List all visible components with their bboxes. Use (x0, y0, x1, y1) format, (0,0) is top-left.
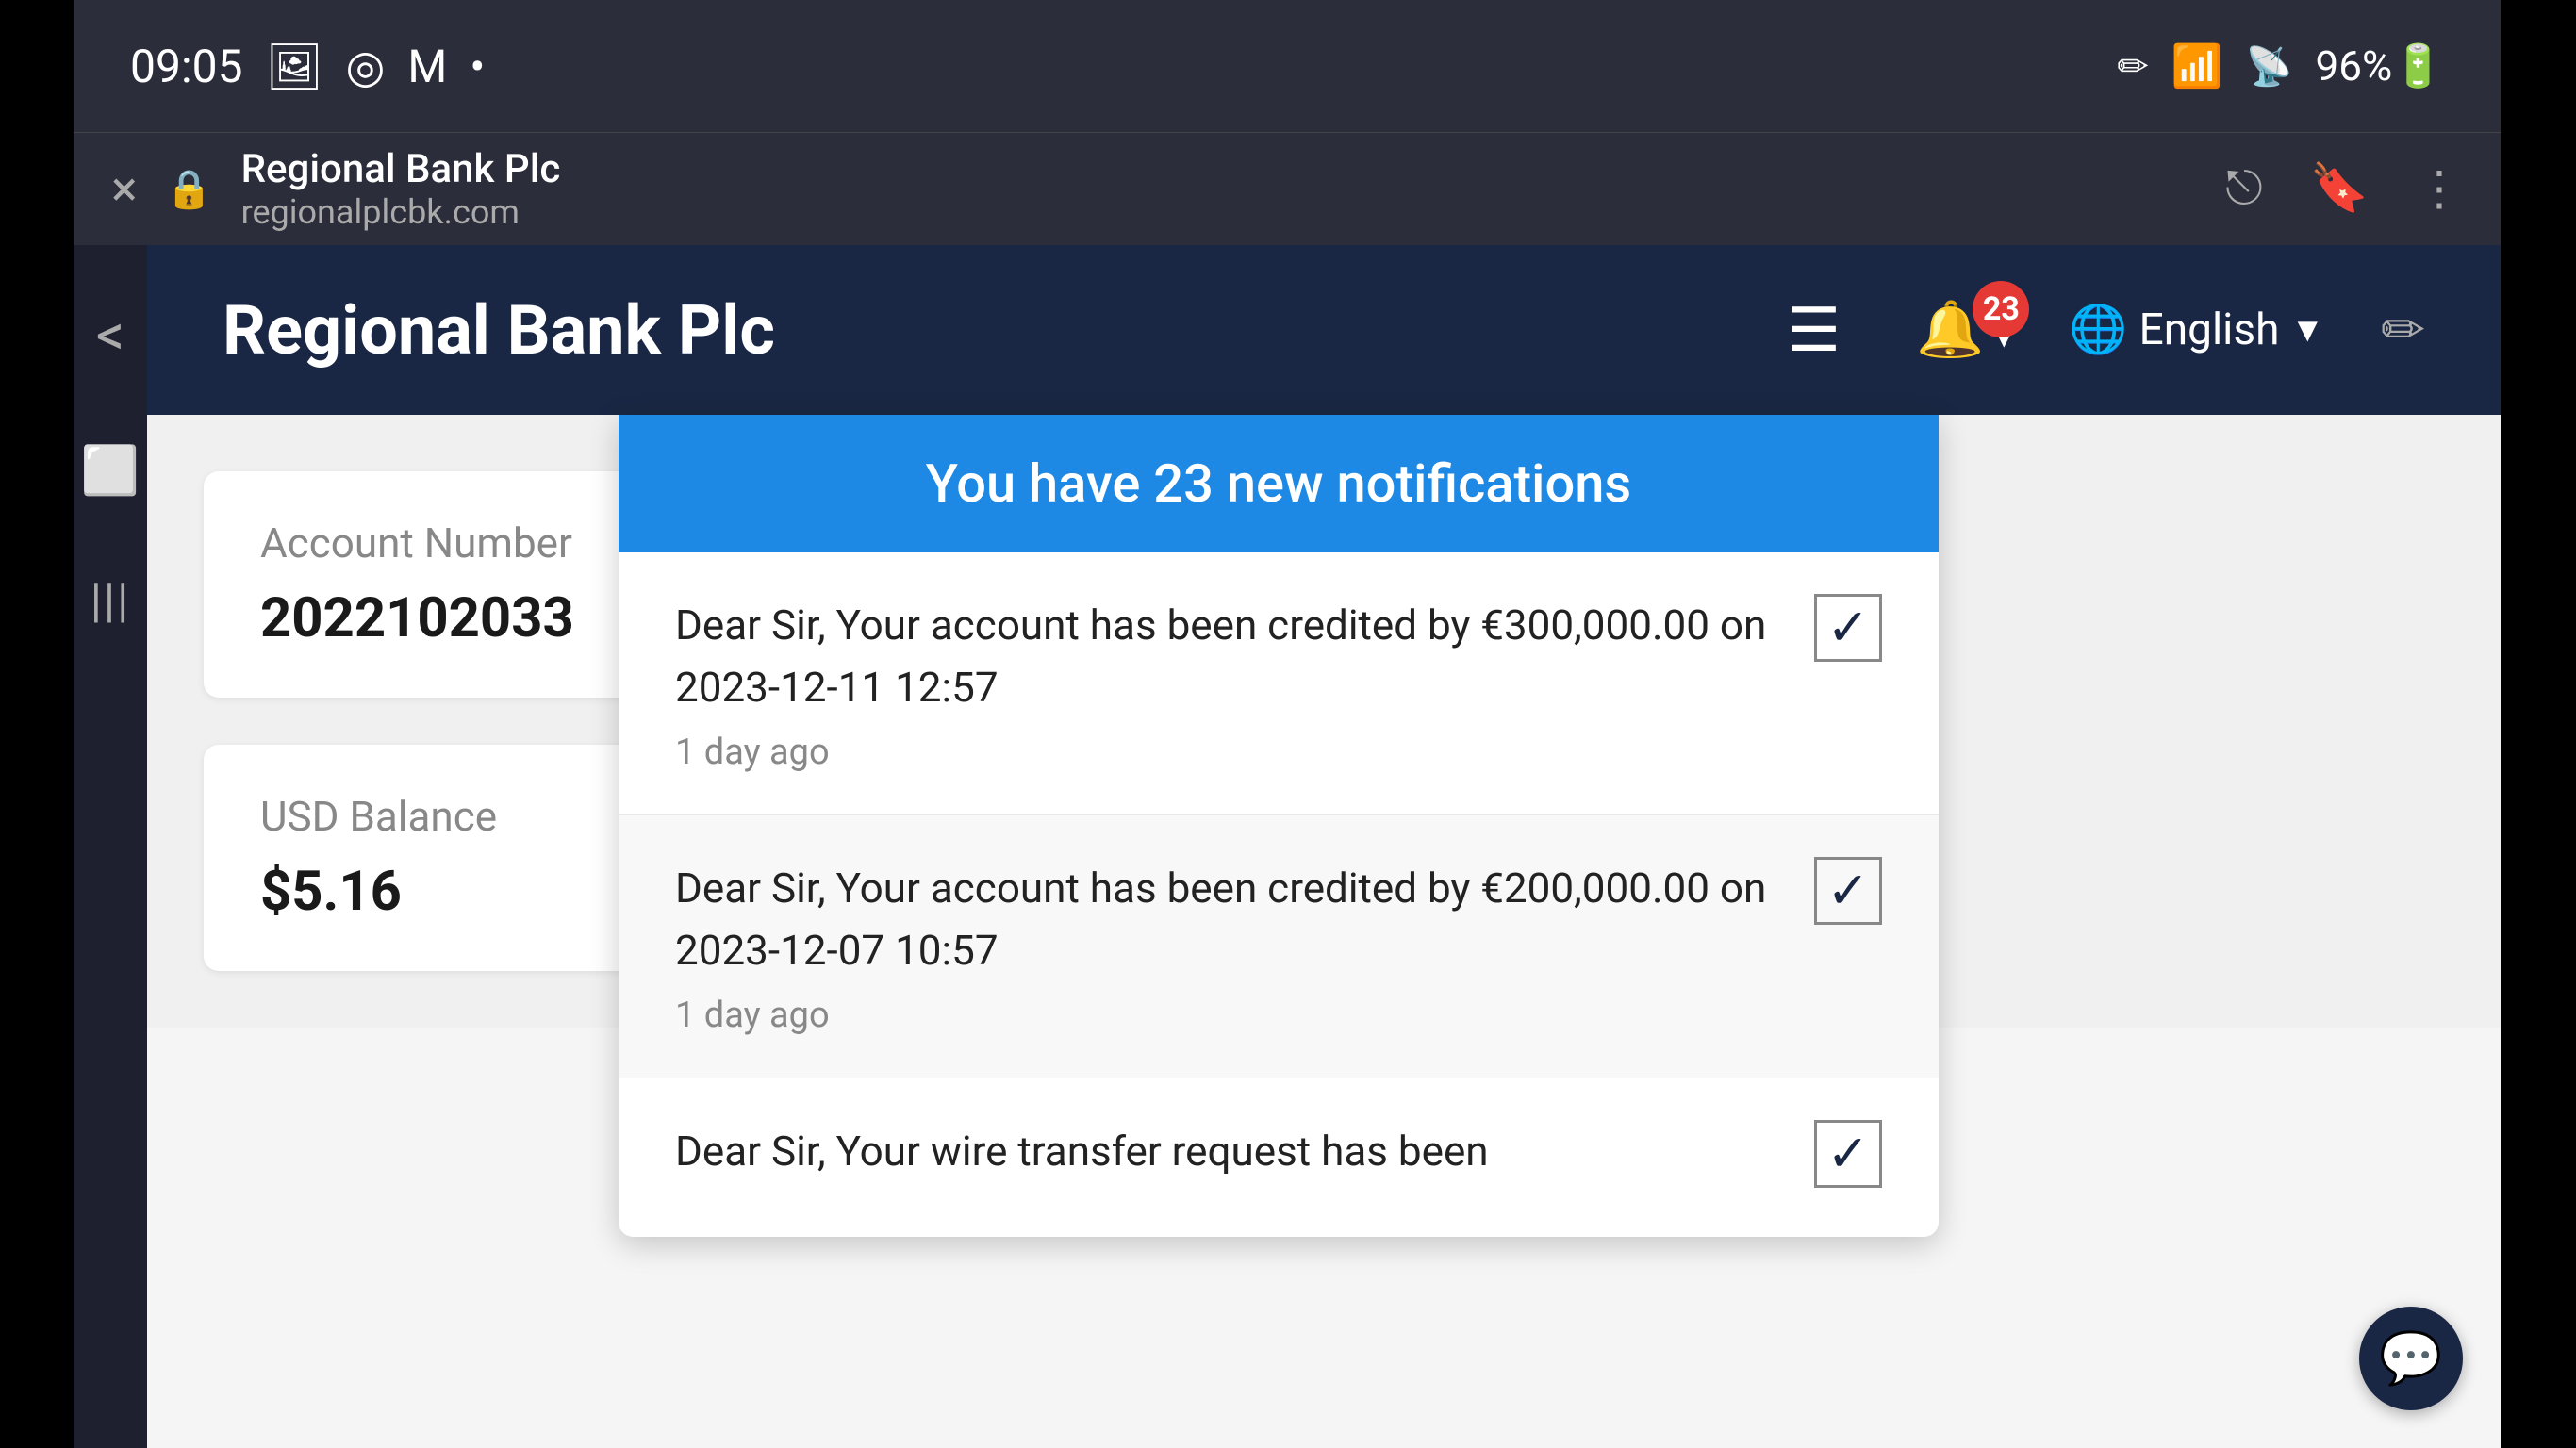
status-right: ✏ 📶 📡 96%🔋 (2117, 41, 2444, 90)
notification-text-1: Dear Sir, Your account has been credited… (675, 594, 1814, 773)
notification-dropdown: You have 23 new notifications Dear Sir, … (619, 415, 1939, 1237)
browser-close-button[interactable]: × (111, 160, 138, 218)
dot-indicator: • (470, 40, 485, 93)
notification-item-3[interactable]: Dear Sir, Your wire transfer request has… (619, 1078, 1939, 1237)
site-name: Regional Bank Plc (241, 146, 2198, 192)
share-icon[interactable]: ⎋ (2225, 161, 2263, 217)
edit-icon: ✏ (2117, 44, 2149, 89)
language-selector[interactable]: 🌐 English ▼ (2069, 303, 2324, 357)
notification-message-3: Dear Sir, Your wire transfer request has… (675, 1120, 1786, 1182)
whatsapp-icon: ◎ (345, 40, 385, 93)
web-content: Regional Bank Plc ☰ 🔔 23 ▾ 🌐 English ▼ ✏… (147, 245, 2501, 1448)
nav-sidebar: < ⬜ ||| (74, 245, 147, 1448)
back-button[interactable]: < (96, 302, 125, 369)
bookmark-icon[interactable]: 🔖 (2310, 161, 2369, 217)
gmail-icon: M (407, 40, 447, 93)
language-dropdown-arrow: ▼ (2290, 310, 2324, 350)
wifi-icon: 📶 (2171, 41, 2223, 90)
browser-actions: ⎋ 🔖 ⋮ (2225, 161, 2463, 217)
app-header: Regional Bank Plc ☰ 🔔 23 ▾ 🌐 English ▼ ✏ (147, 245, 2501, 415)
status-bar: 09:05 🖼 ◎ M • ✏ 📶 📡 96%🔋 (74, 0, 2501, 132)
user-icon[interactable]: ✏ (2381, 299, 2425, 361)
checkmark-icon-1[interactable]: ✓ (1814, 594, 1882, 662)
chat-icon: 💬 (2379, 1329, 2442, 1389)
language-label: English (2139, 304, 2280, 355)
app-logo: Regional Bank Plc (223, 290, 1787, 370)
notification-badge: 23 (1973, 281, 2029, 337)
header-actions: 🔔 23 ▾ 🌐 English ▼ ✏ (1916, 298, 2425, 362)
checkmark-icon-3[interactable]: ✓ (1814, 1120, 1882, 1188)
globe-icon: 🌐 (2069, 303, 2127, 357)
photo-icon: 🖼 (266, 40, 323, 93)
site-info: Regional Bank Plc regionalplcbk.com (241, 146, 2198, 232)
status-left: 09:05 🖼 ◎ M • (130, 40, 485, 93)
notification-time-1: 1 day ago (675, 732, 1786, 773)
lock-icon: 🔒 (166, 167, 213, 211)
notification-text-3: Dear Sir, Your wire transfer request has… (675, 1120, 1814, 1195)
site-url: regionalplcbk.com (241, 192, 2198, 232)
notification-message-1: Dear Sir, Your account has been credited… (675, 594, 1786, 718)
hamburger-menu[interactable]: ☰ (1787, 295, 1841, 366)
notification-header: You have 23 new notifications (619, 415, 1939, 552)
notification-text-2: Dear Sir, Your account has been credited… (675, 857, 1814, 1036)
more-options-icon[interactable]: ⋮ (2416, 161, 2463, 217)
chat-button[interactable]: 💬 (2359, 1307, 2463, 1410)
notification-item-1[interactable]: Dear Sir, Your account has been credited… (619, 552, 1939, 815)
battery-icon: 96%🔋 (2316, 41, 2444, 90)
home-button[interactable]: ⬜ (81, 444, 140, 499)
signal-icon: 📡 (2246, 44, 2293, 89)
status-time: 09:05 (130, 40, 243, 93)
notification-item-2[interactable]: Dear Sir, Your account has been credited… (619, 815, 1939, 1078)
notification-bell[interactable]: 🔔 23 ▾ (1916, 298, 2012, 362)
browser-bar: × 🔒 Regional Bank Plc regionalplcbk.com … (74, 132, 2501, 245)
notification-message-2: Dear Sir, Your account has been credited… (675, 857, 1786, 981)
recent-apps-button[interactable]: ||| (91, 574, 131, 629)
notification-time-2: 1 day ago (675, 995, 1786, 1036)
checkmark-icon-2[interactable]: ✓ (1814, 857, 1882, 925)
notification-header-text: You have 23 new notifications (926, 452, 1631, 515)
